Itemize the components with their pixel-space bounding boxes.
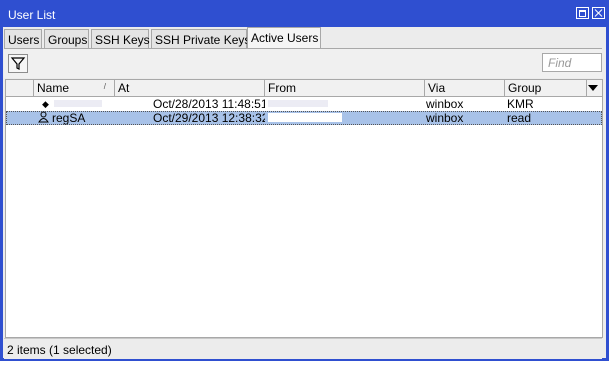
status-bar: 2 items (1 selected) bbox=[4, 338, 602, 359]
tab-bar: Users Groups SSH Keys SSH Private Keys A… bbox=[4, 27, 604, 49]
redacted-from bbox=[268, 100, 328, 107]
column-header-name[interactable]: Name / bbox=[34, 80, 115, 96]
tab-active-users[interactable]: Active Users bbox=[247, 27, 321, 49]
cell-via: winbox bbox=[426, 111, 464, 125]
user-icon bbox=[38, 111, 50, 125]
cell-name: regSA bbox=[52, 111, 86, 125]
redacted-name bbox=[54, 100, 102, 107]
title-bar[interactable]: User List bbox=[3, 0, 606, 27]
column-header-from[interactable]: From bbox=[265, 80, 425, 96]
cell-group: read bbox=[507, 111, 532, 125]
tab-ssh-private-keys[interactable]: SSH Private Keys bbox=[151, 29, 250, 49]
active-users-table: Name / At From Via Group ◆ Oct/28/2013 1… bbox=[5, 79, 603, 338]
table-row[interactable]: ◆ Oct/28/2013 11:48:51 winbox KMR bbox=[6, 97, 602, 111]
table-row-selected[interactable]: regSA Oct/29/2013 12:38:32 winbox read bbox=[6, 111, 602, 125]
cell-at: Oct/29/2013 12:38:32 bbox=[153, 111, 265, 125]
cell-group: KMR bbox=[507, 97, 534, 111]
column-header-group[interactable]: Group bbox=[505, 80, 587, 96]
window-title: User List bbox=[8, 8, 56, 22]
sort-indicator-icon: / bbox=[103, 82, 106, 91]
cell-via: winbox bbox=[426, 97, 464, 111]
close-icon[interactable] bbox=[592, 7, 605, 19]
column-header-at[interactable]: At bbox=[115, 80, 265, 96]
background-strip bbox=[0, 361, 612, 366]
header-checkbox-column[interactable] bbox=[6, 80, 34, 96]
tab-ssh-keys[interactable]: SSH Keys bbox=[91, 29, 150, 49]
filter-button[interactable] bbox=[8, 54, 28, 73]
table-header: Name / At From Via Group bbox=[6, 80, 602, 97]
maximize-icon[interactable] bbox=[576, 7, 589, 19]
chevron-down-icon bbox=[588, 85, 598, 91]
column-menu-button[interactable] bbox=[587, 80, 602, 96]
column-header-via[interactable]: Via bbox=[425, 80, 505, 96]
status-text: 2 items (1 selected) bbox=[7, 343, 112, 357]
cell-at: Oct/28/2013 11:48:51 bbox=[153, 97, 265, 111]
redacted-from bbox=[268, 113, 342, 122]
tab-users[interactable]: Users bbox=[4, 29, 42, 49]
filter-icon bbox=[10, 57, 26, 70]
toolbar: Find bbox=[4, 49, 602, 78]
tab-groups[interactable]: Groups bbox=[44, 29, 89, 49]
find-input[interactable]: Find bbox=[542, 53, 602, 72]
